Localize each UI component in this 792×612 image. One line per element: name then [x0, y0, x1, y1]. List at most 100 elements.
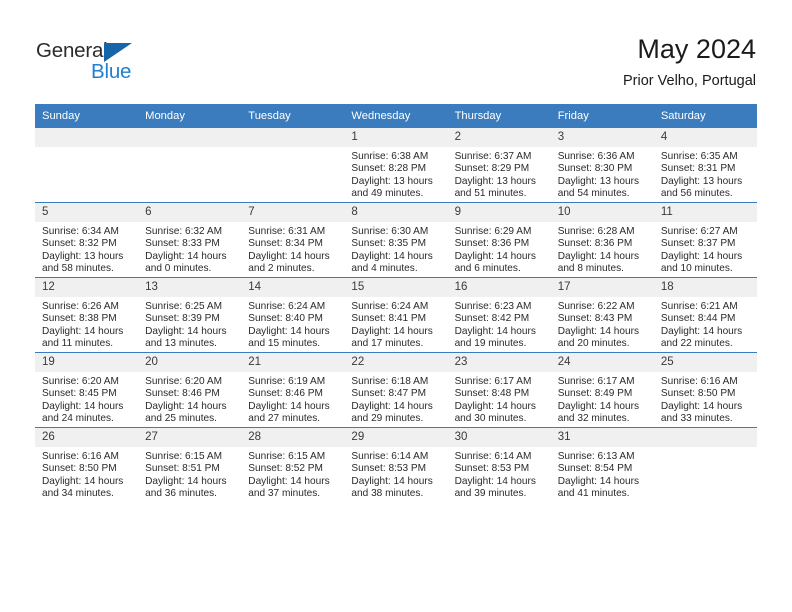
general-blue-logo[interactable]: General Blue: [36, 39, 166, 85]
sunset-text: Sunset: 8:34 PM: [248, 238, 323, 250]
sunrise-text: Sunrise: 6:19 AM: [248, 376, 326, 387]
calendar-day-cell[interactable]: 8 Sunrise: 6:30 AM Sunset: 8:35 PM Daylight…: [344, 202, 448, 278]
calendar-day-cell[interactable]: 21 Sunrise: 6:19 AM Sunset: 8:46 PM Dayligh…: [241, 352, 345, 428]
daylight-text: Daylight: 14 hours and 20 minutes.: [557, 325, 640, 350]
sunset-text: Sunset: 8:44 PM: [660, 313, 736, 325]
calendar-day-cell[interactable]: 14 Sunrise: 6:24 AM Sunset: 8:40 PM Dayligh…: [241, 277, 345, 353]
sunset-text: Sunset: 8:28 PM: [351, 163, 427, 175]
day-number: 11: [653, 203, 757, 222]
sunrise-text: Sunrise: 6:36 AM: [557, 151, 635, 162]
day-number: [35, 128, 139, 147]
day-details: Sunrise: 6:19 AM Sunset: 8:46 PM Daylight:…: [241, 372, 344, 426]
calendar-day-cell[interactable]: 15 Sunrise: 6:24 AM Sunset: 8:41 PM Dayligh…: [344, 277, 448, 353]
daylight-text: Daylight: 13 hours and 49 minutes.: [351, 175, 433, 200]
day-number: 14: [241, 278, 345, 297]
sunset-text: Sunset: 8:53 PM: [351, 463, 427, 475]
sunset-text: Sunset: 8:35 PM: [351, 238, 427, 250]
sunset-text: Sunset: 8:47 PM: [351, 388, 427, 400]
day-details: Sunrise: 6:30 AM Sunset: 8:35 PM Daylight:…: [344, 222, 447, 276]
daylight-text: Daylight: 13 hours and 51 minutes.: [454, 175, 536, 200]
calendar-day-cell[interactable]: 2 Sunrise: 6:37 AM Sunset: 8:29 PM Daylight…: [447, 127, 551, 203]
sunset-text: Sunset: 8:54 PM: [557, 463, 633, 475]
calendar-day-cell[interactable]: 18 Sunrise: 6:21 AM Sunset: 8:44 PM Dayligh…: [653, 277, 757, 353]
calendar-day-cell[interactable]: 25 Sunrise: 6:16 AM Sunset: 8:50 PM Dayligh…: [653, 352, 757, 428]
sunrise-text: Sunrise: 6:25 AM: [145, 301, 223, 312]
calendar-day-cell[interactable]: 13 Sunrise: 6:25 AM Sunset: 8:39 PM Dayligh…: [138, 277, 242, 353]
daylight-text: Daylight: 14 hours and 17 minutes.: [351, 325, 433, 350]
sunrise-text: Sunrise: 6:37 AM: [454, 151, 532, 162]
column-header-friday: Friday: [550, 104, 654, 128]
day-details: Sunrise: 6:13 AM Sunset: 8:54 PM Daylight:…: [551, 447, 654, 501]
day-number: 1: [344, 128, 448, 147]
calendar-header-row: Sunday Monday Tuesday Wednesday Thursday…: [35, 104, 757, 128]
day-number: 23: [447, 353, 551, 372]
sunset-text: Sunset: 8:50 PM: [660, 388, 736, 400]
sunrise-text: Sunrise: 6:24 AM: [248, 301, 326, 312]
sunrise-text: Sunrise: 6:14 AM: [351, 451, 429, 462]
day-number: 16: [447, 278, 551, 297]
sunset-text: Sunset: 8:49 PM: [557, 388, 633, 400]
calendar-day-cell[interactable]: 24 Sunrise: 6:17 AM Sunset: 8:49 PM Dayligh…: [550, 352, 654, 428]
calendar-day-cell[interactable]: 20 Sunrise: 6:20 AM Sunset: 8:46 PM Dayligh…: [138, 352, 242, 428]
column-header-wednesday: Wednesday: [344, 104, 448, 128]
calendar-day-cell[interactable]: 9 Sunrise: 6:29 AM Sunset: 8:36 PM Daylight…: [447, 202, 551, 278]
day-number: 28: [241, 428, 345, 447]
calendar-day-cell[interactable]: 4 Sunrise: 6:35 AM Sunset: 8:31 PM Daylight…: [653, 127, 757, 203]
page-subtitle: Prior Velho, Portugal: [623, 73, 756, 89]
day-details: Sunrise: 6:32 AM Sunset: 8:33 PM Daylight:…: [138, 222, 241, 276]
day-details: Sunrise: 6:24 AM Sunset: 8:40 PM Daylight:…: [241, 297, 344, 351]
calendar-day-cell[interactable]: 1 Sunrise: 6:38 AM Sunset: 8:28 PM Daylight…: [344, 127, 448, 203]
calendar-week-row: 19 Sunrise: 6:20 AM Sunset: 8:45 PM Dayligh…: [35, 352, 757, 428]
day-details: Sunrise: 6:18 AM Sunset: 8:47 PM Daylight:…: [344, 372, 447, 426]
calendar-day-cell[interactable]: 16 Sunrise: 6:23 AM Sunset: 8:42 PM Dayligh…: [447, 277, 551, 353]
calendar-day-cell[interactable]: 31 Sunrise: 6:13 AM Sunset: 8:54 PM Dayligh…: [550, 427, 654, 502]
daylight-text: Daylight: 14 hours and 2 minutes.: [248, 250, 330, 275]
calendar-day-cell[interactable]: 11 Sunrise: 6:27 AM Sunset: 8:37 PM Dayligh…: [653, 202, 757, 278]
daylight-text: Daylight: 14 hours and 13 minutes.: [145, 325, 227, 350]
calendar-day-cell[interactable]: 29 Sunrise: 6:14 AM Sunset: 8:53 PM Dayligh…: [344, 427, 448, 502]
calendar-day-cell[interactable]: 28 Sunrise: 6:15 AM Sunset: 8:52 PM Dayligh…: [241, 427, 345, 502]
day-details: Sunrise: 6:22 AM Sunset: 8:43 PM Daylight:…: [551, 297, 654, 351]
daylight-text: Daylight: 14 hours and 33 minutes.: [660, 400, 743, 425]
calendar-day-cell[interactable]: 6 Sunrise: 6:32 AM Sunset: 8:33 PM Daylight…: [138, 202, 242, 278]
sunset-text: Sunset: 8:29 PM: [454, 163, 530, 175]
day-number: 21: [241, 353, 345, 372]
calendar-day-cell[interactable]: 10 Sunrise: 6:28 AM Sunset: 8:36 PM Dayligh…: [550, 202, 654, 278]
day-details: Sunrise: 6:15 AM Sunset: 8:52 PM Daylight:…: [241, 447, 344, 501]
sunset-text: Sunset: 8:46 PM: [248, 388, 323, 400]
calendar-day-cell[interactable]: 27 Sunrise: 6:15 AM Sunset: 8:51 PM Dayligh…: [138, 427, 242, 502]
sunrise-text: Sunrise: 6:38 AM: [351, 151, 429, 162]
calendar-day-cell[interactable]: 17 Sunrise: 6:22 AM Sunset: 8:43 PM Dayligh…: [550, 277, 654, 353]
sunrise-text: Sunrise: 6:20 AM: [42, 376, 119, 387]
column-header-monday: Monday: [138, 104, 242, 128]
day-number: 18: [653, 278, 757, 297]
sunset-text: Sunset: 8:38 PM: [42, 313, 117, 325]
daylight-text: Daylight: 14 hours and 11 minutes.: [42, 325, 124, 350]
calendar-day-cell[interactable]: 19 Sunrise: 6:20 AM Sunset: 8:45 PM Dayligh…: [35, 352, 139, 428]
calendar-day-cell[interactable]: 5 Sunrise: 6:34 AM Sunset: 8:32 PM Daylight…: [35, 202, 139, 278]
day-number: 29: [344, 428, 448, 447]
calendar-body: 1 Sunrise: 6:38 AM Sunset: 8:28 PM Daylight…: [35, 127, 757, 502]
calendar-day-cell[interactable]: 3 Sunrise: 6:36 AM Sunset: 8:30 PM Daylight…: [550, 127, 654, 203]
calendar-day-cell[interactable]: 22 Sunrise: 6:18 AM Sunset: 8:47 PM Dayligh…: [344, 352, 448, 428]
calendar-day-cell[interactable]: 30 Sunrise: 6:14 AM Sunset: 8:53 PM Dayligh…: [447, 427, 551, 502]
day-details: Sunrise: 6:17 AM Sunset: 8:48 PM Daylight:…: [448, 372, 551, 426]
sunrise-text: Sunrise: 6:21 AM: [660, 301, 738, 312]
sunset-text: Sunset: 8:39 PM: [145, 313, 220, 325]
sunset-text: Sunset: 8:48 PM: [454, 388, 530, 400]
sunrise-text: Sunrise: 6:18 AM: [351, 376, 429, 387]
day-number: 10: [550, 203, 654, 222]
day-number: 25: [653, 353, 757, 372]
sunset-text: Sunset: 8:30 PM: [557, 163, 633, 175]
daylight-text: Daylight: 14 hours and 34 minutes.: [42, 475, 124, 500]
calendar-day-cell[interactable]: 7 Sunrise: 6:31 AM Sunset: 8:34 PM Daylight…: [241, 202, 345, 278]
sunrise-text: Sunrise: 6:15 AM: [248, 451, 326, 462]
sunset-text: Sunset: 8:31 PM: [660, 163, 736, 175]
calendar-day-cell[interactable]: 23 Sunrise: 6:17 AM Sunset: 8:48 PM Dayligh…: [447, 352, 551, 428]
daylight-text: Daylight: 14 hours and 6 minutes.: [454, 250, 536, 275]
sunset-text: Sunset: 8:37 PM: [660, 238, 736, 250]
calendar-page: General Blue May 2024 Prior Velho, Portu…: [0, 0, 792, 612]
day-details: Sunrise: 6:20 AM Sunset: 8:45 PM Daylight:…: [35, 372, 138, 426]
calendar-day-cell[interactable]: 12 Sunrise: 6:26 AM Sunset: 8:38 PM Dayligh…: [35, 277, 139, 353]
calendar-day-cell[interactable]: 26 Sunrise: 6:16 AM Sunset: 8:50 PM Dayligh…: [35, 427, 139, 502]
